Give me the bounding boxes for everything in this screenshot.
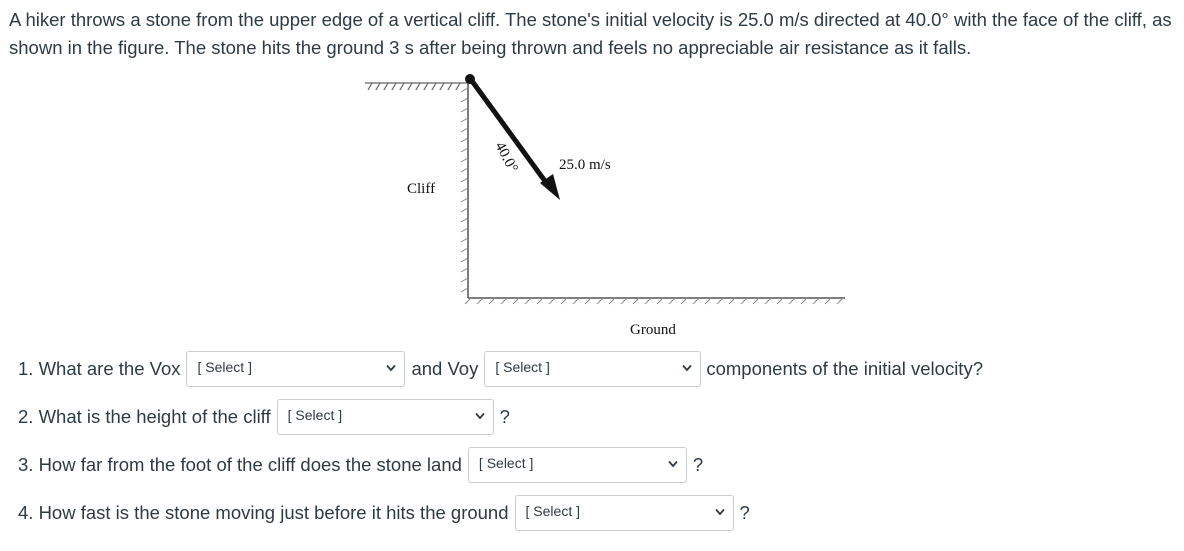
question-2: 2. What is the height of the cliff [ Sel…	[18, 399, 510, 435]
cliff-height-select[interactable]: [ Select ]	[276, 399, 494, 435]
question-2-after: ?	[499, 406, 510, 427]
cliff-figure: Cliff 40.0° 25.0 m/s Ground	[365, 74, 845, 338]
problem-statement: A hiker throws a stone from the upper ed…	[9, 9, 1172, 58]
question-1: 1. What are the Vox [ Select ] and Voy […	[18, 351, 983, 387]
landing-distance-select[interactable]: [ Select ]	[467, 447, 687, 483]
question-3: 3. How far from the foot of the cliff do…	[18, 447, 703, 483]
top-ledge-hatch	[365, 82, 470, 91]
chevron-down-icon	[386, 364, 397, 372]
final-speed-select[interactable]: [ Select ]	[514, 495, 734, 531]
final-speed-select-label: [ Select ]	[525, 503, 580, 519]
chevron-down-icon	[668, 460, 678, 468]
question-4-text: 4. How fast is the stone moving just bef…	[18, 502, 509, 523]
question-3-after: ?	[692, 454, 704, 475]
question-4-after: ?	[739, 502, 750, 523]
landing-distance-select-label: [ Select ]	[478, 455, 534, 471]
cliff-label: Cliff	[407, 181, 435, 197]
chevron-down-icon	[682, 364, 693, 372]
ground-hatch	[464, 297, 844, 305]
question-3-text: 3. How far from the foot of the cliff do…	[18, 454, 462, 475]
question-2-text: 2. What is the height of the cliff	[18, 406, 271, 427]
ground-label: Ground	[630, 322, 676, 338]
question-4: 4. How fast is the stone moving just bef…	[18, 495, 750, 531]
cliff-height-select-label: [ Select ]	[287, 407, 343, 423]
question-1-text: 1. What are the Vox	[18, 358, 181, 379]
vox-select[interactable]: [ Select ]	[186, 351, 406, 387]
vox-select-label: [ Select ]	[197, 359, 252, 375]
question-1-middle: and Voy	[411, 358, 479, 379]
chevron-down-icon	[474, 412, 485, 420]
voy-select-label: [ Select ]	[495, 359, 550, 375]
cliff-hatch	[460, 87, 469, 293]
chevron-down-icon	[714, 508, 725, 516]
velocity-label: 25.0 m/s	[559, 157, 611, 173]
question-1-after: components of the initial velocity?	[706, 358, 983, 379]
voy-select[interactable]: [ Select ]	[484, 351, 702, 387]
